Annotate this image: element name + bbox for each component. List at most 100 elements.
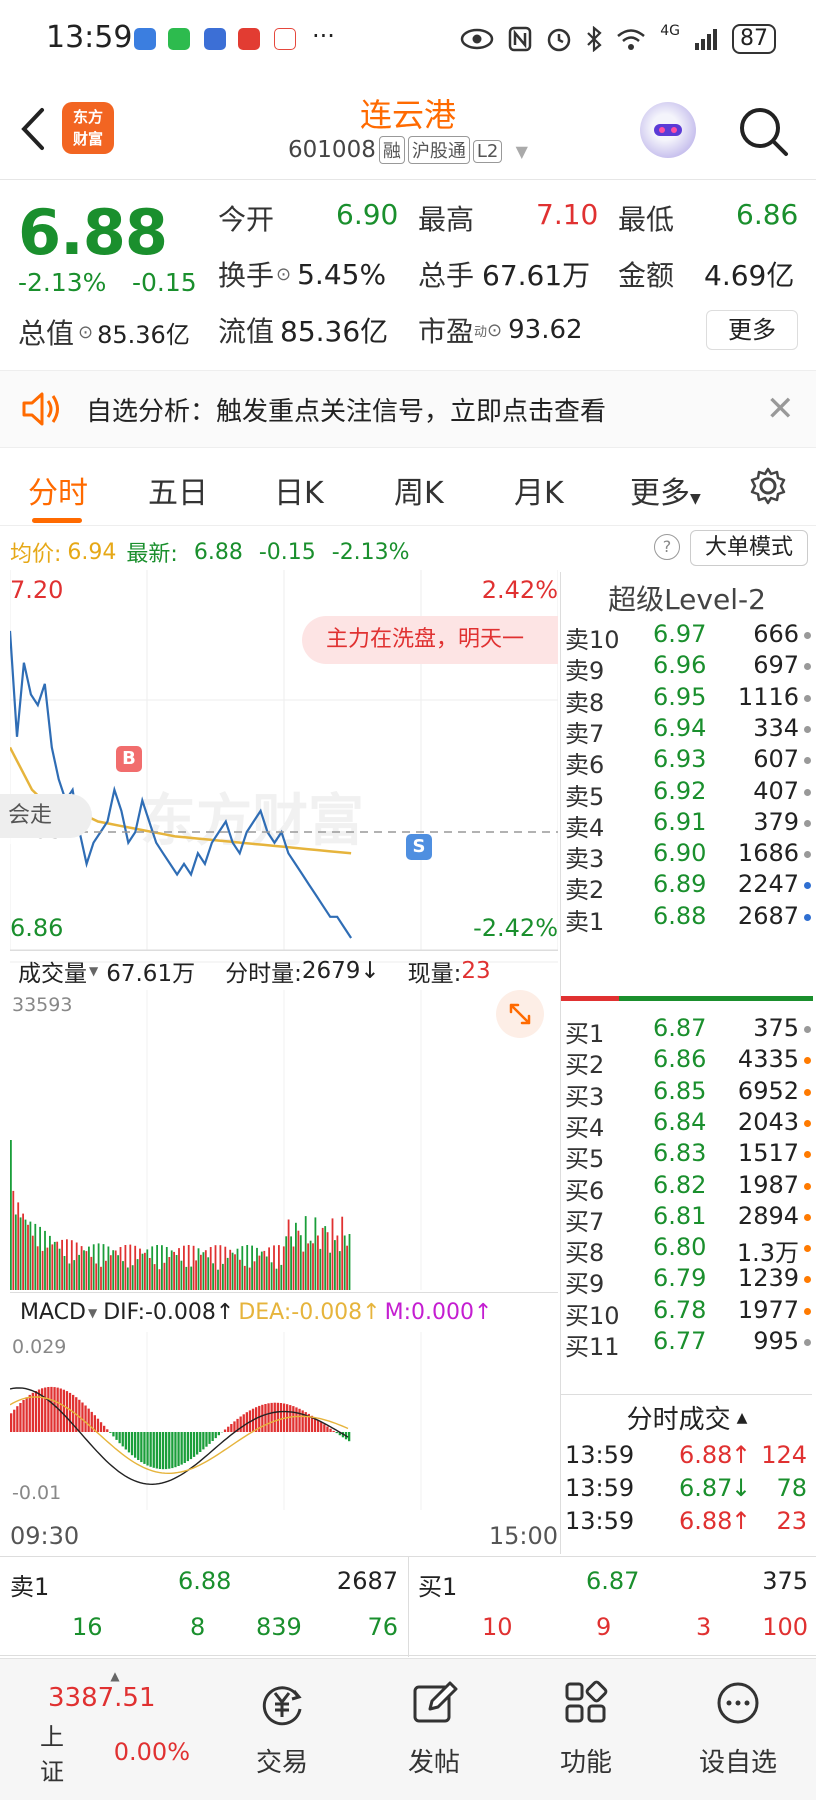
volume-bar <box>246 1245 249 1290</box>
macd-bar <box>292 1406 295 1432</box>
y-axis-high-pct: 2.42% <box>481 576 558 604</box>
buy-marker[interactable]: B <box>116 746 142 772</box>
volume-bar <box>126 1267 129 1290</box>
trade-time: 13:59 <box>565 1507 635 1535</box>
last-price: 6.88 <box>18 196 168 269</box>
macd-bar <box>65 1391 69 1432</box>
audio-notification-icon <box>204 28 226 50</box>
volume-bar <box>136 1259 139 1290</box>
level-label: 买11 <box>565 1333 620 1361</box>
macd-bar <box>267 1403 270 1432</box>
expand-icon[interactable] <box>496 990 544 1038</box>
volume-bar <box>324 1226 327 1290</box>
level-volume: 407 <box>753 776 799 805</box>
volume-bar <box>260 1251 263 1290</box>
summary-sell-volume: 2687 <box>336 1567 398 1595</box>
macd-bar <box>103 1425 106 1432</box>
level-price: 6.94 <box>653 713 707 742</box>
info-icon[interactable]: ⊙ <box>276 264 291 285</box>
minute-volume-value: 2679 <box>301 957 361 984</box>
more-button[interactable]: 更多 <box>706 310 798 350</box>
volume-bar <box>226 1257 229 1290</box>
macd-bar <box>165 1432 168 1470</box>
level-dot <box>804 1339 811 1346</box>
nav-post-label: 发帖 <box>407 1748 460 1778</box>
buy-detail-1: 10 <box>482 1613 513 1641</box>
volume-bar <box>309 1240 312 1290</box>
tab-more[interactable]: 更多▼ <box>630 468 701 512</box>
signal-pill[interactable]: 主力在洗盘，明天一 <box>302 616 558 664</box>
left-signal-pill[interactable]: 会走 <box>0 794 92 838</box>
macd-bar <box>214 1432 217 1439</box>
nav-add-watchlist[interactable]: 设自选 <box>678 1679 798 1779</box>
volume-bar <box>56 1241 59 1290</box>
volume-bar <box>97 1243 100 1290</box>
macd-dif: DIF:-0.008 <box>103 1300 216 1325</box>
macd-bottom-label: -0.01 <box>12 1482 62 1504</box>
nav-functions[interactable]: 功能 <box>526 1679 646 1779</box>
chart-grid <box>10 570 558 1510</box>
macd-bar <box>295 1407 298 1432</box>
level-dot <box>804 1057 811 1065</box>
volume-bar <box>338 1251 341 1290</box>
big-order-mode-button[interactable]: 大单模式 <box>690 530 808 566</box>
macd-bar <box>50 1386 53 1432</box>
macd-indicator-select[interactable]: MACD <box>20 1300 86 1325</box>
help-icon[interactable]: ? <box>654 534 680 560</box>
tab-daily-k[interactable]: 日K <box>274 468 324 512</box>
total-value-label: 总值 <box>18 317 75 350</box>
eye-icon <box>460 28 494 50</box>
analysis-banner[interactable]: 自选分析：触发重点关注信号，立即点击查看 ✕ <box>0 370 816 448</box>
trades-panel[interactable]: 分时成交 ▲ 13:59 6.88 ↑ 124 13:59 6.87 ↓ 78 13:59 6.8… <box>560 1394 812 1554</box>
macd-bar <box>146 1432 149 1466</box>
close-icon[interactable]: ✕ <box>766 389 795 429</box>
level-label: 卖5 <box>565 782 605 811</box>
search-icon[interactable] <box>736 104 792 160</box>
tab-monthly-k[interactable]: 月K <box>514 468 564 512</box>
volume-bar <box>265 1256 268 1290</box>
macd-bar <box>109 1432 112 1433</box>
volume-bar <box>114 1250 117 1290</box>
level-dot <box>804 632 811 639</box>
volume-bar <box>70 1240 73 1290</box>
macd-bar <box>326 1426 329 1432</box>
volume-indicator-select[interactable]: 成交量 <box>18 954 87 988</box>
index-ticker[interactable]: ▲ 3387.51 上证 0.00% <box>40 1669 190 1787</box>
volume-bar <box>117 1255 119 1290</box>
level-dot <box>804 819 811 827</box>
ask-row[interactable]: 卖1 6.88 2687 <box>561 902 813 938</box>
volume-bar <box>17 1202 20 1290</box>
nav-trade[interactable]: 交易 <box>222 1679 342 1779</box>
tab-intraday[interactable]: 分时 <box>28 468 88 512</box>
volume-bar <box>165 1247 168 1290</box>
nav-post[interactable]: 发帖 <box>374 1679 494 1779</box>
intraday-chart-svg: 东方财富 <box>10 570 558 1510</box>
level-dot <box>804 1245 811 1253</box>
info-icon[interactable]: ⊙ <box>78 322 93 343</box>
turnover-value: 5.45% <box>297 257 387 291</box>
float-label: 流值 <box>218 315 275 348</box>
settings-gear-icon[interactable] <box>748 466 788 506</box>
assistant-robot-icon[interactable] <box>640 102 696 158</box>
macd-bar <box>53 1387 56 1432</box>
caret-down-icon[interactable]: ▼ <box>516 142 528 161</box>
tab-five-day[interactable]: 五日 <box>148 468 208 512</box>
volume-bar <box>326 1232 329 1290</box>
level-volume: 1.3万 <box>736 1239 799 1268</box>
info-icon[interactable]: ⊙ <box>487 320 502 341</box>
sell-marker[interactable]: S <box>406 834 432 860</box>
time-end: 15:00 <box>488 1522 558 1550</box>
volume-header: 成交量 ▼ 67.61万 分时量: 2679 ↓ 现量: 23 <box>10 950 558 990</box>
caret-down-icon[interactable]: ▼ <box>88 1306 97 1320</box>
tab-weekly-k[interactable]: 周K <box>394 468 444 512</box>
intraday-chart[interactable]: 东方财富 7.20 2.42% 7.03 6.86 -2.42% 主力在洗盘，明… <box>0 570 558 1550</box>
caret-up-icon[interactable]: ▲ <box>737 1410 748 1426</box>
nav-add-watchlist-label: 设自选 <box>698 1748 777 1778</box>
level-price: 6.91 <box>653 807 707 836</box>
level-label: 卖8 <box>565 688 605 717</box>
caret-down-icon[interactable]: ▼ <box>89 964 98 978</box>
bid-row[interactable]: 买11 6.77 995 <box>561 1327 813 1363</box>
volume-bar <box>49 1235 51 1290</box>
volume-bar <box>53 1241 56 1290</box>
low-label: 最低 <box>618 203 675 236</box>
